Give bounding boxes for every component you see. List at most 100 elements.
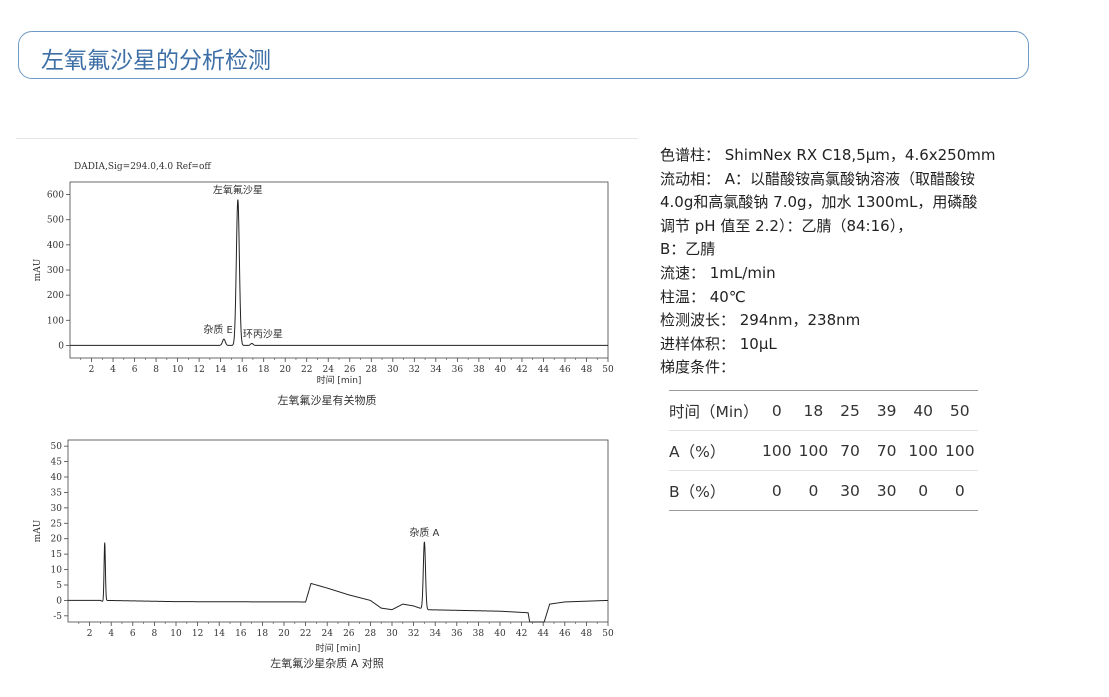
chromatogram-trace (70, 199, 608, 346)
y-tick-label: 200 (47, 291, 64, 301)
chromatogram-1-caption: 左氧氟沙星有关物质 (277, 394, 377, 407)
x-tick-label: 10 (172, 365, 184, 375)
y-tick-label: 45 (51, 458, 63, 468)
x-tick-label: 50 (602, 365, 614, 375)
x-tick-label: 20 (279, 365, 291, 375)
x-tick-label: 22 (300, 629, 311, 639)
x-tick-label: 12 (192, 629, 203, 639)
peak-label: 杂质 E (203, 324, 233, 336)
x-tick-label: 8 (153, 365, 159, 375)
table-cell: 39 (876, 401, 897, 420)
table-cell: 40 (913, 401, 934, 420)
row-header: A（%） (669, 430, 759, 471)
x-tick-label: 42 (516, 629, 527, 639)
table-cell: 0 (941, 470, 979, 511)
x-tick-label: 50 (602, 629, 614, 639)
x-tick-label: 14 (215, 365, 227, 375)
condition-line: 检测波长： 294nm，238nm (660, 311, 861, 330)
x-tick-label: 26 (343, 629, 355, 639)
x-tick-label: 24 (321, 629, 333, 639)
x-tick-label: 24 (323, 365, 335, 375)
x-tick-label: 44 (538, 365, 550, 375)
x-tick-label: 48 (581, 629, 593, 639)
y-tick-label: 100 (47, 316, 64, 326)
y-axis-label: mAU (33, 258, 43, 281)
x-tick-label: 34 (429, 629, 441, 639)
x-tick-label: 4 (108, 629, 114, 639)
chromatogram-2: 2 4 6 8 10 12 14 16 18 20 22 24 26 28 30 32 34 36 38 40 42 44… (28, 432, 628, 657)
peak-label: 左氧氟沙星 (213, 184, 263, 197)
peak-label: 环丙沙星 (243, 328, 283, 340)
table-row: B（%） 0 0 30 30 0 0 (669, 470, 979, 511)
x-tick-label: 44 (537, 629, 549, 639)
condition-line: 色谱柱： ShimNex RX C18,5μm，4.6x250mm (660, 146, 996, 164)
x-tick-label: 40 (495, 365, 507, 375)
y-tick-label: 30 (51, 504, 63, 514)
x-tick-label: 20 (278, 629, 290, 639)
x-tick-label: 40 (494, 629, 506, 639)
conditions-text: 色谱柱： ShimNex RX C18,5μm，4.6x250mm 流动相： A… (660, 144, 1005, 380)
table-cell: 0 (904, 470, 942, 511)
chromatogram-2-caption: 左氧氟沙星杂质 A 对照 (270, 657, 384, 670)
x-tick-label: 16 (235, 629, 247, 639)
x-tick-label: 2 (87, 629, 93, 639)
x-tick-label: 28 (365, 629, 377, 639)
x-tick-label: 22 (301, 365, 312, 375)
page-title: 左氧氟沙星的分析检测 (41, 48, 271, 74)
x-tick-label: 36 (451, 629, 463, 639)
x-tick-label: 12 (193, 365, 204, 375)
x-tick-label: 6 (130, 629, 136, 639)
table-row: 时间（Min） 0 18 25 39 40 50 (669, 391, 978, 431)
x-tick-label: 32 (409, 365, 420, 375)
chromatogram-1-svg: DADIA,Sig=294.0,4.0 Ref=off2 4 6 8 10 12 14 16 1… (33, 162, 614, 386)
table-cell: 50 (949, 401, 970, 420)
x-tick-label: 30 (387, 365, 399, 375)
y-tick-label: 25 (51, 519, 63, 529)
table-cell: 0 (771, 401, 782, 420)
x-tick-label: 14 (213, 629, 225, 639)
x-tick-label: 36 (452, 365, 464, 375)
table-cell: 0 (795, 470, 832, 511)
chromatogram-trace (68, 541, 608, 623)
y-tick-label: 50 (51, 442, 63, 452)
table-cell: 30 (831, 470, 869, 511)
table-cell: 0 (758, 470, 796, 511)
y-tick-label: 500 (47, 216, 64, 226)
x-tick-label: 16 (236, 365, 248, 375)
x-tick-label: 18 (257, 629, 269, 639)
condition-line: B：乙腈 (660, 240, 716, 259)
table-row: A（%） 100 100 70 70 100 100 (669, 430, 979, 471)
plot-frame (67, 439, 609, 623)
x-tick-label: 38 (473, 365, 485, 375)
condition-line: 梯度条件： (660, 358, 736, 377)
condition-line: 流动相： A：以醋酸铵高氯酸钠溶液（取醋酸铵 (660, 169, 976, 188)
y-tick-label: 0 (58, 341, 64, 351)
x-tick-label: 48 (581, 365, 593, 375)
x-axis-label: 时间 [min] (317, 374, 362, 386)
x-tick-label: 30 (386, 629, 398, 639)
table-cell: 70 (868, 430, 905, 471)
condition-line: 进样体积： 10μL (660, 334, 777, 353)
condition-line: 4.0g和高氯酸钠 7.0g，加水 1300mL，用磷酸 (660, 193, 978, 212)
table-cell: 18 (803, 401, 824, 420)
condition-line: 流速： 1mL/min (660, 263, 776, 282)
table-cell: 100 (941, 430, 979, 471)
x-tick-label: 42 (516, 365, 527, 375)
chart-header: DADIA,Sig=294.0,4.0 Ref=off (74, 162, 211, 172)
table-cell: 100 (904, 430, 942, 471)
y-tick-label: 300 (47, 266, 64, 276)
x-tick-label: 32 (408, 629, 419, 639)
plot-frame (69, 181, 609, 359)
table-cell: 100 (795, 430, 832, 471)
row-header: 时间（Min） (669, 402, 759, 421)
x-tick-label: 46 (559, 365, 571, 375)
y-tick-label: 400 (47, 241, 64, 251)
x-tick-label: 34 (430, 365, 442, 375)
condition-line: 柱温： 40℃ (660, 287, 746, 306)
y-tick-label: 40 (51, 473, 63, 483)
y-tick-label: 15 (51, 550, 63, 560)
y-tick-label: 0 (56, 596, 62, 606)
x-tick-label: 8 (152, 629, 158, 639)
x-tick-label: 26 (344, 365, 356, 375)
chromatogram-1: DADIA,Sig=294.0,4.0 Ref=off 2 4 6 8 10 12 14 16 1… (28, 150, 628, 390)
